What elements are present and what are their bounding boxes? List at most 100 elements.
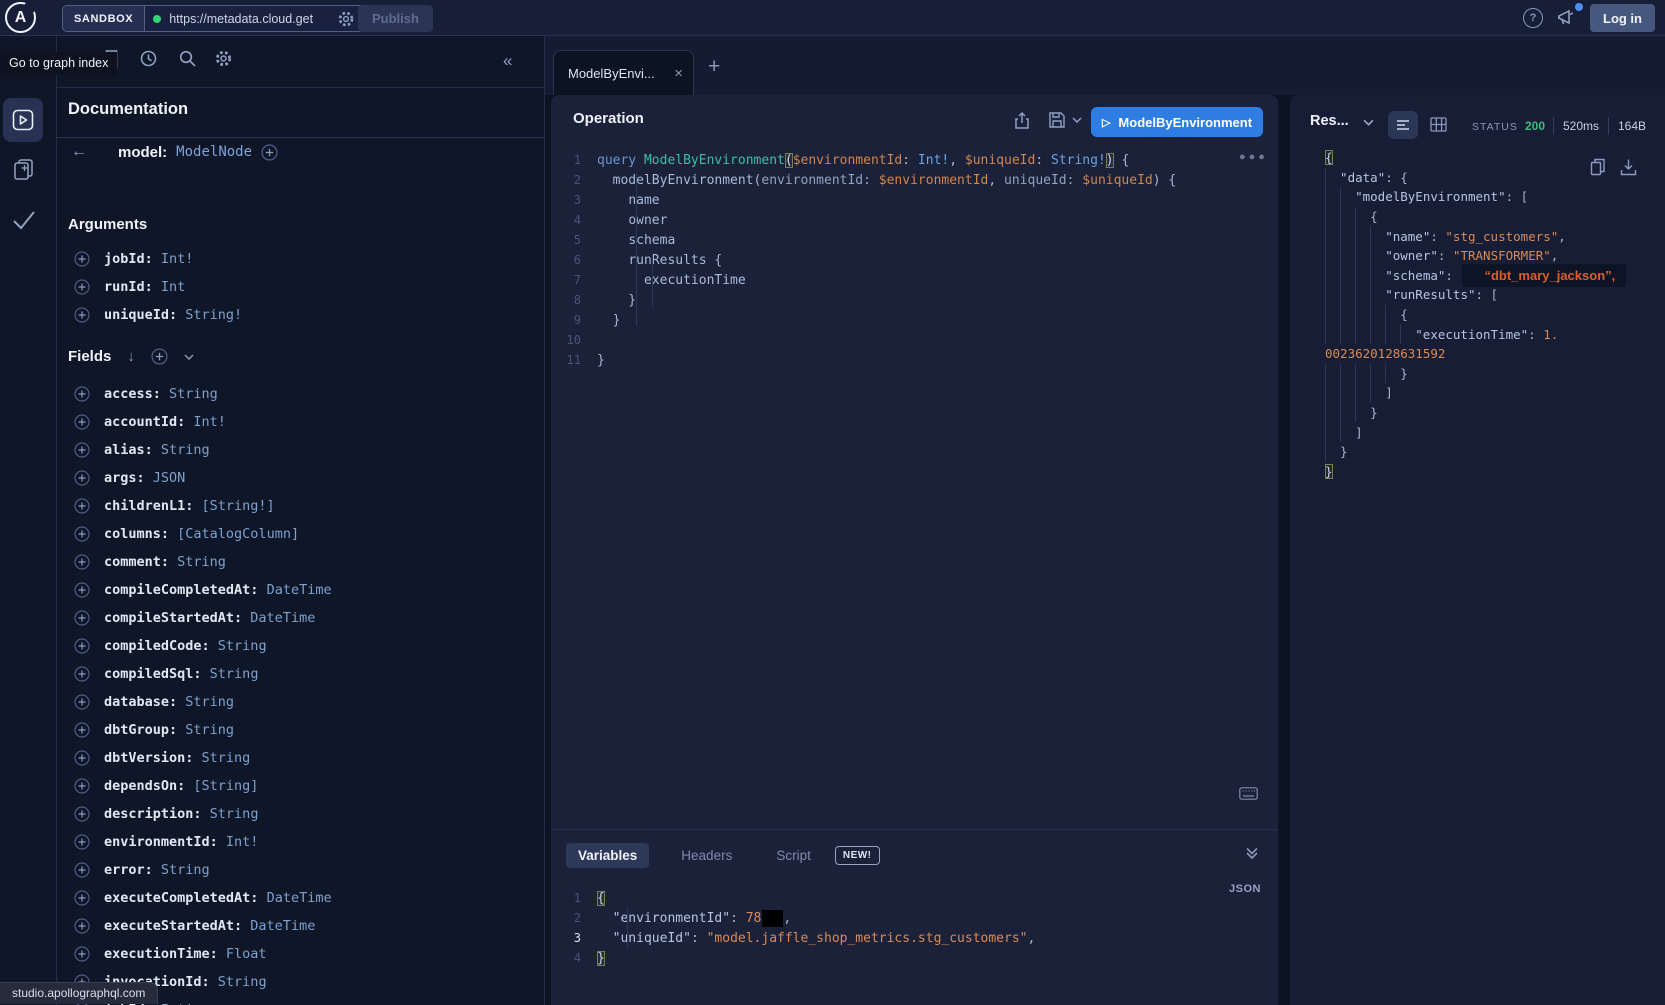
apollo-logo-icon[interactable]: A xyxy=(5,2,36,33)
response-line[interactable]: } xyxy=(1325,403,1655,423)
code-line[interactable]: 2 "environmentId": 78, xyxy=(551,908,1278,928)
table-view-icon[interactable] xyxy=(1430,117,1447,132)
code-line[interactable]: 5 schema xyxy=(551,230,1278,250)
field-row[interactable]: compileStartedAt: DateTime xyxy=(57,604,545,632)
endpoint-settings-gear-icon[interactable] xyxy=(337,10,355,28)
field-type[interactable]: String xyxy=(202,806,259,822)
field-type[interactable]: DateTime xyxy=(242,610,315,626)
field-row[interactable]: compiledSql: String xyxy=(57,660,545,688)
field-type[interactable]: String xyxy=(210,638,267,654)
circle-plus-icon[interactable] xyxy=(74,251,90,267)
code-line[interactable]: 11} xyxy=(551,350,1278,370)
field-type[interactable]: String xyxy=(169,554,226,570)
save-chevron-down-icon[interactable] xyxy=(1072,117,1082,123)
response-line[interactable]: "schema": “dbt_mary_jackson”, xyxy=(1325,266,1655,286)
code-line[interactable]: 4} xyxy=(551,948,1278,968)
circle-plus-icon[interactable] xyxy=(74,582,90,598)
response-line[interactable]: } xyxy=(1325,462,1655,482)
field-type[interactable]: DateTime xyxy=(242,918,315,934)
response-title[interactable]: Res... xyxy=(1310,113,1349,129)
response-line[interactable]: } xyxy=(1325,442,1655,462)
field-type[interactable]: [String] xyxy=(185,778,258,794)
code-line[interactable]: 9 } xyxy=(551,310,1278,330)
field-type[interactable]: DateTime xyxy=(258,890,331,906)
code-line[interactable]: 2 modelByEnvironment(environmentId: $env… xyxy=(551,170,1278,190)
circle-plus-icon[interactable] xyxy=(74,470,90,486)
field-row[interactable]: comment: String xyxy=(57,548,545,576)
field-type[interactable]: DateTime xyxy=(258,582,331,598)
field-row[interactable]: accountId: Int! xyxy=(57,408,545,436)
circle-plus-icon[interactable] xyxy=(74,750,90,766)
response-json-viewer[interactable]: {"data": {"modelByEnvironment": [{"name"… xyxy=(1325,148,1655,481)
keyboard-shortcuts-icon[interactable] xyxy=(1239,787,1258,800)
field-row[interactable]: dependsOn: [String] xyxy=(57,772,545,800)
variables-code-editor[interactable]: 1{2 "environmentId": 78,3 "uniqueId": "m… xyxy=(551,888,1278,968)
circle-plus-icon[interactable] xyxy=(74,862,90,878)
circle-plus-icon[interactable] xyxy=(74,414,90,430)
endpoint-url-text[interactable]: https://metadata.cloud.get xyxy=(169,12,329,26)
back-arrow-icon[interactable]: ← xyxy=(71,143,87,161)
tab-script[interactable]: Script xyxy=(764,843,823,868)
endpoint-url-input[interactable]: https://metadata.cloud.get xyxy=(145,6,367,31)
response-line[interactable]: "runResults": [ xyxy=(1325,285,1655,305)
code-line[interactable]: 4 owner xyxy=(551,210,1278,230)
field-type[interactable]: [CatalogColumn] xyxy=(169,526,299,542)
field-type[interactable]: Float xyxy=(218,946,267,962)
close-tab-icon[interactable]: × xyxy=(674,66,683,81)
circle-plus-icon[interactable] xyxy=(74,498,90,514)
circle-plus-icon[interactable] xyxy=(74,610,90,626)
field-type[interactable]: String xyxy=(177,694,234,710)
code-line[interactable]: 10 xyxy=(551,330,1278,350)
collapse-variables-icon[interactable] xyxy=(1245,846,1259,860)
field-row[interactable]: executeStartedAt: DateTime xyxy=(57,912,545,940)
field-row[interactable]: error: String xyxy=(57,856,545,884)
history-icon[interactable] xyxy=(139,49,158,68)
run-operation-button[interactable]: ▷ ModelByEnvironment xyxy=(1091,107,1263,137)
field-type[interactable]: String xyxy=(153,442,210,458)
circle-plus-icon[interactable] xyxy=(74,890,90,906)
response-line[interactable]: } xyxy=(1325,364,1655,384)
field-type[interactable]: String xyxy=(177,722,234,738)
field-row[interactable]: executeCompletedAt: DateTime xyxy=(57,884,545,912)
field-type[interactable]: String xyxy=(161,386,218,402)
circle-plus-icon[interactable] xyxy=(74,806,90,822)
field-row[interactable]: environmentId: Int! xyxy=(57,828,545,856)
collapse-docs-icon[interactable]: « xyxy=(503,52,512,69)
circle-plus-icon[interactable] xyxy=(74,834,90,850)
code-line[interactable]: 3 name xyxy=(551,190,1278,210)
field-type[interactable]: Int! xyxy=(185,414,226,430)
sidebar-item-checks[interactable] xyxy=(11,209,37,231)
field-row[interactable]: columns: [CatalogColumn] xyxy=(57,520,545,548)
circle-plus-icon[interactable] xyxy=(74,722,90,738)
save-icon[interactable] xyxy=(1048,111,1066,129)
field-row[interactable]: dbtVersion: String xyxy=(57,744,545,772)
field-row[interactable]: args: JSON xyxy=(57,464,545,492)
operation-code-editor[interactable]: 1query ModelByEnvironment($environmentId… xyxy=(551,150,1278,370)
response-line[interactable]: { xyxy=(1325,148,1655,168)
breadcrumb-type[interactable]: ModelNode xyxy=(176,144,252,160)
field-type[interactable]: Int! xyxy=(218,834,259,850)
sort-fields-icon[interactable]: ↓ xyxy=(127,348,135,365)
response-line[interactable]: "data": { xyxy=(1325,168,1655,188)
field-row[interactable]: alias: String xyxy=(57,436,545,464)
response-line[interactable]: "executionTime": 1. xyxy=(1325,324,1655,344)
publish-button[interactable]: Publish xyxy=(358,5,433,32)
field-type[interactable]: String xyxy=(202,666,259,682)
settings-gear-icon[interactable] xyxy=(214,49,233,68)
response-line[interactable]: "name": "stg_customers", xyxy=(1325,226,1655,246)
code-line[interactable]: 8 } xyxy=(551,290,1278,310)
field-type[interactable]: Int xyxy=(153,279,186,295)
code-line[interactable]: 7 executionTime xyxy=(551,270,1278,290)
add-all-fields-icon[interactable] xyxy=(151,348,168,365)
circle-plus-icon[interactable] xyxy=(74,638,90,654)
code-line[interactable]: 1{ xyxy=(551,888,1278,908)
code-line[interactable]: 6 runResults { xyxy=(551,250,1278,270)
response-line[interactable]: { xyxy=(1325,305,1655,325)
circle-plus-icon[interactable] xyxy=(74,918,90,934)
argument-row[interactable]: uniqueId: String! xyxy=(57,301,545,329)
field-row[interactable]: access: String xyxy=(57,380,545,408)
fields-chevron-down-icon[interactable] xyxy=(184,354,194,360)
field-row[interactable]: childrenL1: [String!] xyxy=(57,492,545,520)
add-type-icon[interactable] xyxy=(261,144,278,161)
circle-plus-icon[interactable] xyxy=(74,666,90,682)
